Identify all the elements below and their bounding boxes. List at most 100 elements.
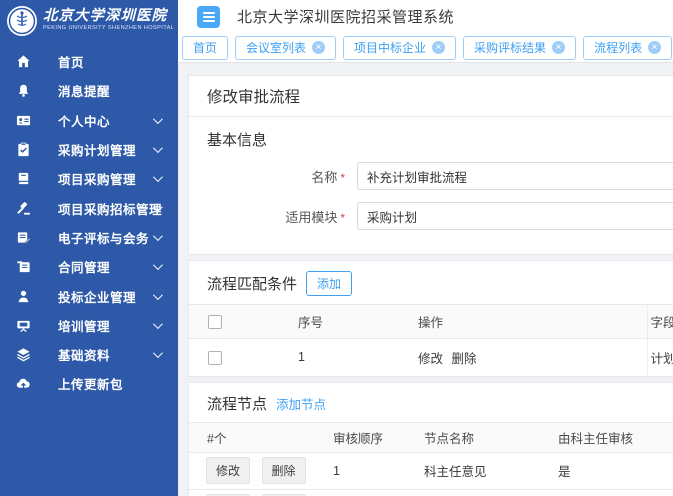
match-conditions-title: 流程匹配条件 <box>207 273 297 294</box>
tab-process-list[interactable]: 流程列表 <box>583 36 672 60</box>
sidebar-item-label: 培训管理 <box>58 316 110 335</box>
tab-project-winning-companies[interactable]: 项目中标企业 <box>343 36 456 60</box>
basic-info-form: 名称 适用模块 <box>207 162 673 230</box>
tab-label: 采购评标结果 <box>474 39 546 56</box>
dept-head-review-value: 是 <box>534 452 673 489</box>
tab-purchase-evaluation-results[interactable]: 采购评标结果 <box>463 36 576 60</box>
layers-icon <box>15 347 31 363</box>
sidebar-item-project-bidding-mgmt[interactable]: 项目采购招标管理 <box>0 193 178 222</box>
chevron-down-icon <box>153 290 163 300</box>
hospital-name: 北京大学深圳医院 PEKING UNIVERSITY SHENZHEN HOSP… <box>43 9 174 32</box>
gavel-icon <box>15 200 31 216</box>
presentation-icon <box>15 317 31 333</box>
sidebar-item-label: 项目采购管理 <box>58 169 136 188</box>
hospital-name-en: PEKING UNIVERSITY SHENZHEN HOSPITAL <box>43 26 174 32</box>
edit-link[interactable]: 修改 <box>418 352 443 366</box>
sidebar-item-purchase-plan-mgmt[interactable]: 采购计划管理 <box>0 135 178 164</box>
match-conditions-card: 流程匹配条件 添加 序号 操作 字段 <box>188 260 673 377</box>
tab-label: 首页 <box>193 39 217 56</box>
contract-icon <box>15 259 31 275</box>
sidebar-item-label: 基础资料 <box>58 345 110 364</box>
tab-bar: 首页 会议室列表 项目中标企业 采购评标结果 流程列表 流程 <box>178 33 673 63</box>
sidebar-nav: 首页 消息提醒 个人中心 采购计划管理 项目采购管理 <box>0 42 178 399</box>
tab-label: 项目中标企业 <box>354 39 426 56</box>
add-node-link[interactable]: 添加节点 <box>276 394 326 413</box>
tab-close-icon[interactable] <box>432 41 445 54</box>
form-row-name: 名称 <box>207 162 673 190</box>
sidebar-item-label: 采购计划管理 <box>58 140 136 159</box>
app-title: 北京大学深圳医院招采管理系统 <box>237 6 454 27</box>
process-nodes-title: 流程节点 <box>207 393 267 414</box>
tab-label: 流程列表 <box>594 39 642 56</box>
sidebar-item-label: 个人中心 <box>58 111 110 130</box>
tab-close-icon[interactable] <box>648 41 661 54</box>
top-header: 北京大学深圳医院招采管理系统 <box>178 0 673 33</box>
table-header-row: #个 审核顺序 节点名称 由科主任审核 <box>189 422 673 452</box>
sidebar-item-training-mgmt[interactable]: 培训管理 <box>0 311 178 340</box>
chevron-down-icon <box>153 231 163 241</box>
table-row: 1 修改 删除 计划类型 <box>189 339 673 376</box>
sidebar-item-label: 电子评标与会务 <box>58 228 149 247</box>
match-conditions-header: 流程匹配条件 添加 <box>189 261 673 304</box>
hospital-logo: 北京大学深圳医院 PEKING UNIVERSITY SHENZHEN HOSP… <box>0 0 178 42</box>
edit-approval-process-card: 修改审批流程 基本信息 名称 适用模块 <box>188 75 673 255</box>
node-name: 科主任意见 <box>400 452 534 489</box>
sidebar-item-label: 首页 <box>58 52 84 71</box>
user-icon <box>15 288 31 304</box>
hamburger-menu-button[interactable] <box>197 6 220 28</box>
sidebar-item-label: 上传更新包 <box>58 374 123 393</box>
form-row-module: 适用模块 <box>207 202 673 230</box>
sidebar-item-basic-data[interactable]: 基础资料 <box>0 340 178 369</box>
table-row: 修改 删除 1 科主任意见 是 <box>189 452 673 489</box>
module-field-label: 适用模块 <box>207 207 349 226</box>
main-area: 北京大学深圳医院招采管理系统 首页 会议室列表 项目中标企业 采购评标结果 流程… <box>178 0 673 496</box>
sidebar-item-label: 投标企业管理 <box>58 287 136 306</box>
tab-close-icon[interactable] <box>552 41 565 54</box>
select-all-checkbox[interactable] <box>208 315 222 329</box>
clipboard-icon <box>15 142 31 158</box>
id-card-icon <box>15 112 31 128</box>
hospital-name-zh: 北京大学深圳医院 <box>43 9 174 24</box>
hospital-logo-icon <box>6 5 38 37</box>
column-header-dept-head-review: 由科主任审核 <box>534 422 673 452</box>
hamburger-icon <box>203 16 215 18</box>
process-nodes-card: 流程节点 添加节点 #个 审核顺序 节点名称 由科主任审核 <box>188 382 673 496</box>
book-icon <box>15 171 31 187</box>
chevron-down-icon <box>153 260 163 270</box>
tablet-edit-icon <box>15 229 31 245</box>
edit-node-button[interactable]: 修改 <box>206 457 250 484</box>
chevron-down-icon <box>153 348 163 358</box>
column-header-order: 审核顺序 <box>309 422 400 452</box>
sidebar-item-upload-update-package[interactable]: 上传更新包 <box>0 369 178 398</box>
content-area: 修改审批流程 基本信息 名称 适用模块 <box>178 63 673 496</box>
row-checkbox[interactable] <box>208 351 222 365</box>
sidebar-item-e-evaluation-meetings[interactable]: 电子评标与会务 <box>0 223 178 252</box>
sidebar-item-messages[interactable]: 消息提醒 <box>0 76 178 105</box>
page-title-row: 修改审批流程 <box>189 76 673 117</box>
delete-link[interactable]: 删除 <box>452 352 477 366</box>
sidebar-item-label: 合同管理 <box>58 257 110 276</box>
node-order: 2 <box>309 489 400 496</box>
column-header-field: 字段 <box>647 305 673 339</box>
add-condition-button[interactable]: 添加 <box>306 271 352 296</box>
sidebar: 北京大学深圳医院 PEKING UNIVERSITY SHENZHEN HOSP… <box>0 0 178 496</box>
name-field[interactable] <box>357 162 673 190</box>
sidebar-item-personal-center[interactable]: 个人中心 <box>0 106 178 135</box>
delete-node-button[interactable]: 删除 <box>262 457 306 484</box>
tab-meeting-room-list[interactable]: 会议室列表 <box>235 36 336 60</box>
sidebar-item-bidder-company-mgmt[interactable]: 投标企业管理 <box>0 281 178 310</box>
sidebar-item-label: 消息提醒 <box>58 81 110 100</box>
sidebar-item-home[interactable]: 首页 <box>0 47 178 76</box>
bell-icon <box>15 83 31 99</box>
sidebar-item-project-purchase-mgmt[interactable]: 项目采购管理 <box>0 164 178 193</box>
page-title: 修改审批流程 <box>207 89 300 106</box>
dept-head-review-value: 否 <box>534 489 673 496</box>
node-name: 采购员意见 <box>400 489 534 496</box>
module-field[interactable] <box>357 202 673 230</box>
tab-home[interactable]: 首页 <box>182 36 228 60</box>
basic-info-section: 基本信息 名称 适用模块 <box>189 117 673 254</box>
sidebar-item-contract-mgmt[interactable]: 合同管理 <box>0 252 178 281</box>
row-field-value: 计划类型 <box>647 339 673 376</box>
chevron-down-icon <box>153 143 163 153</box>
tab-close-icon[interactable] <box>312 41 325 54</box>
